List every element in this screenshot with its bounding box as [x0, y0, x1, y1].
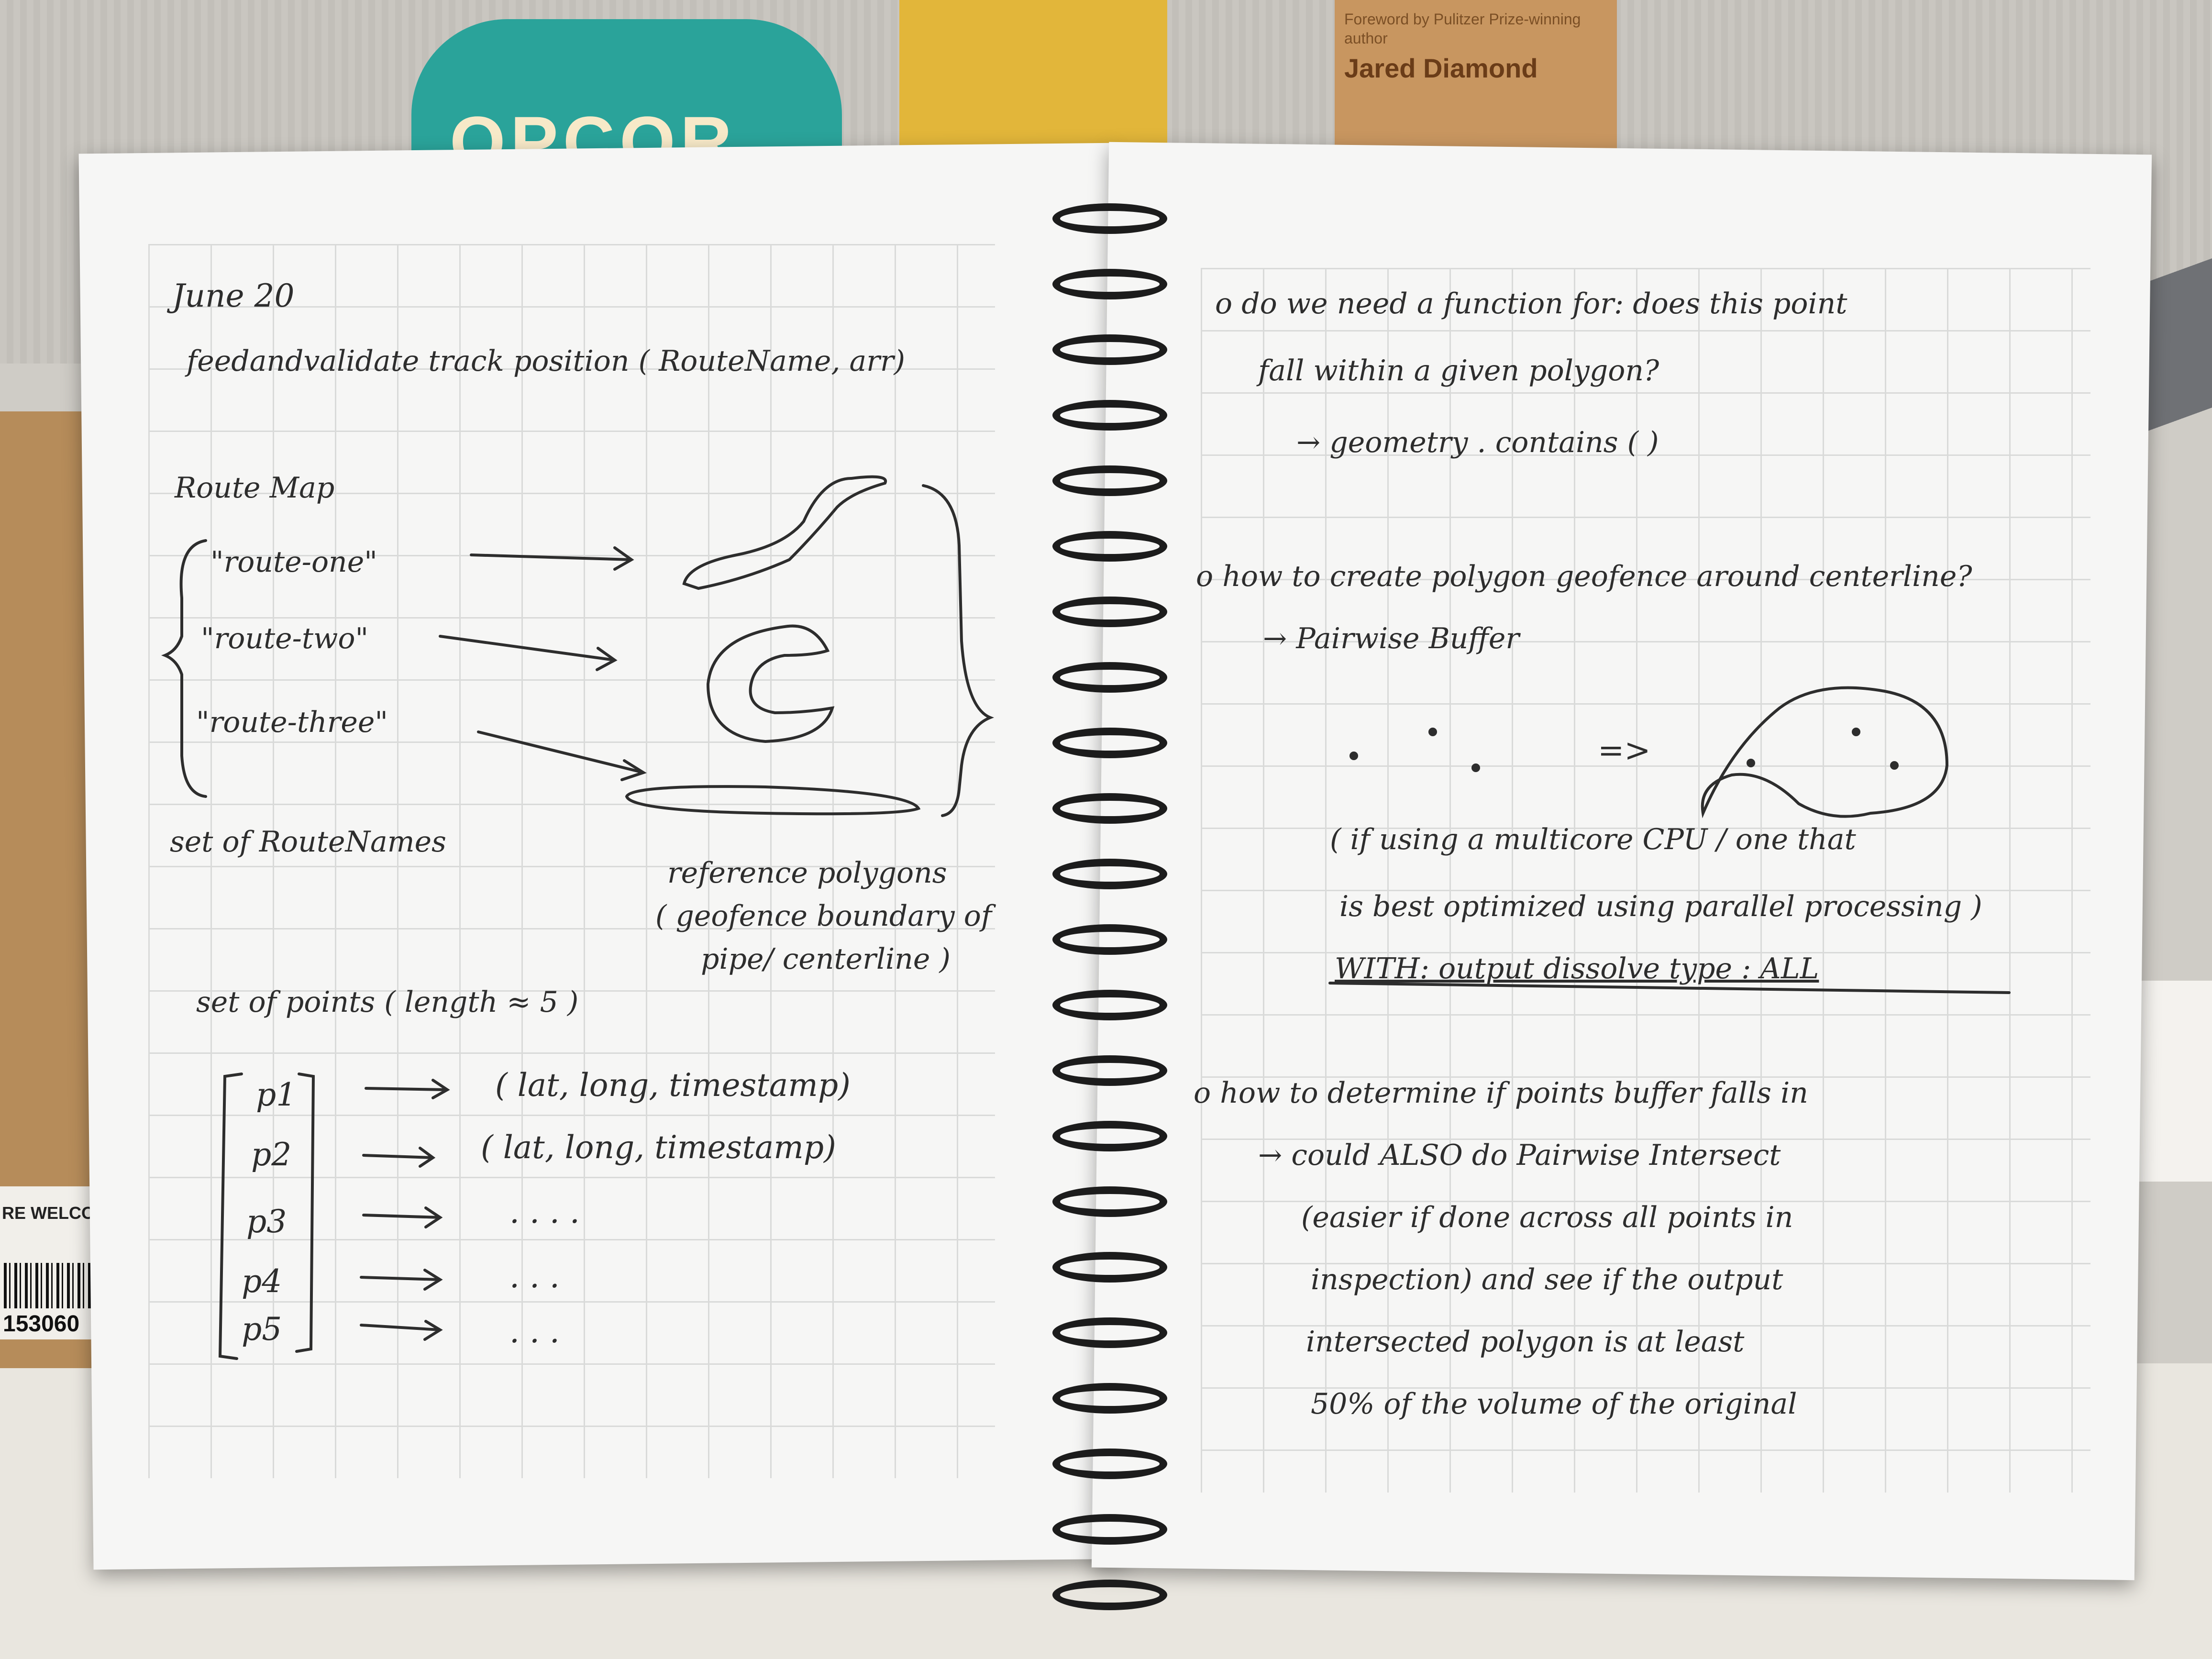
arrow-icon [360, 1269, 443, 1291]
route-three-polygon [625, 785, 921, 816]
route-two-polygon [706, 624, 835, 743]
arrow-icon [362, 1147, 436, 1168]
arrow-icon [477, 730, 647, 781]
point-dot [1890, 761, 1899, 770]
arrow-icon [439, 635, 618, 671]
arrow-icon [360, 1320, 443, 1341]
buffered-polygon [1701, 686, 1949, 818]
hand-drawings [161, 475, 2011, 1360]
arrow-icon [470, 546, 634, 571]
route-one-polygon [682, 475, 887, 590]
point-dot [1852, 728, 1860, 736]
polygons-brace [922, 484, 995, 817]
arrow-icon [365, 1079, 450, 1099]
point-dot [1747, 759, 1755, 767]
point-dot [1349, 752, 1358, 760]
arrow-icon [362, 1206, 443, 1228]
underline [1328, 982, 2011, 994]
point-dot [1471, 763, 1480, 772]
points-bracket [218, 1073, 243, 1360]
route-brace [161, 539, 207, 798]
points-bracket [295, 1073, 315, 1353]
point-dot [1428, 728, 1437, 736]
